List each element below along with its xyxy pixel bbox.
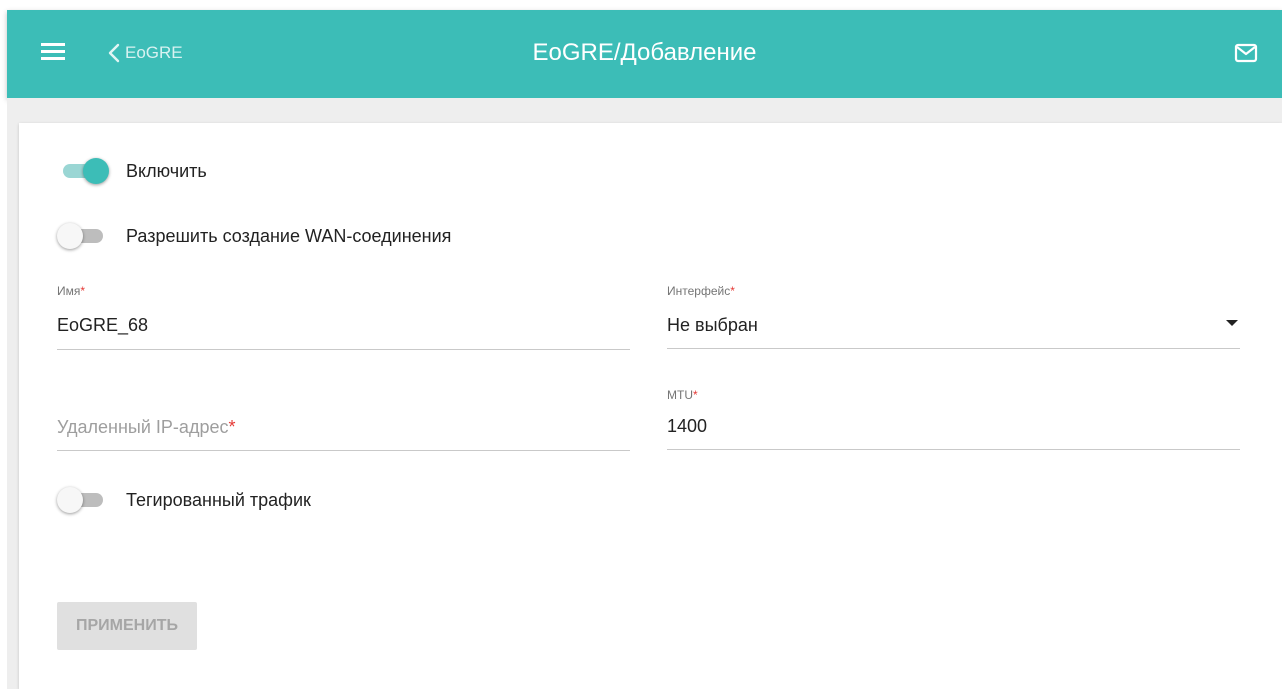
name-label: Имя*	[57, 284, 86, 298]
dropdown-arrow-icon[interactable]	[1226, 320, 1238, 326]
remote-ip-input[interactable]: Удаленный IP-адрес*	[57, 417, 235, 438]
enable-switch[interactable]	[57, 156, 109, 186]
mtu-label: MTU*	[667, 388, 698, 402]
tagged-traffic-label: Тегированный трафик	[126, 489, 311, 510]
allow-wan-toggle[interactable]: Разрешить создание WAN-соединения	[57, 221, 451, 251]
apply-button[interactable]: ПРИМЕНИТЬ	[57, 602, 197, 650]
enable-toggle[interactable]: Включить	[57, 156, 207, 186]
page-title: EoGRE/Добавление	[532, 39, 757, 66]
page: EoGRE EoGRE/Добавление Включить Разрешит…	[0, 0, 1282, 689]
name-field[interactable]: Имя* EoGRE_68	[57, 283, 630, 350]
name-input[interactable]: EoGRE_68	[57, 315, 148, 336]
enable-label: Включить	[126, 160, 207, 181]
mtu-input[interactable]: 1400	[667, 416, 707, 437]
mail-icon[interactable]	[1234, 43, 1258, 63]
tagged-traffic-toggle[interactable]: Тегированный трафик	[57, 485, 311, 515]
allow-wan-switch[interactable]	[57, 221, 109, 251]
interface-select[interactable]: Интерфейс* Не выбран	[667, 283, 1240, 349]
mtu-field[interactable]: MTU* 1400	[667, 384, 1240, 450]
tagged-traffic-switch[interactable]	[57, 485, 109, 515]
app-header: EoGRE EoGRE/Добавление	[7, 10, 1282, 98]
remote-ip-field[interactable]: Удаленный IP-адрес*	[57, 384, 630, 451]
interface-label: Интерфейс*	[667, 284, 735, 298]
interface-value[interactable]: Не выбран	[667, 315, 758, 336]
allow-wan-label: Разрешить создание WAN-соединения	[126, 225, 452, 246]
